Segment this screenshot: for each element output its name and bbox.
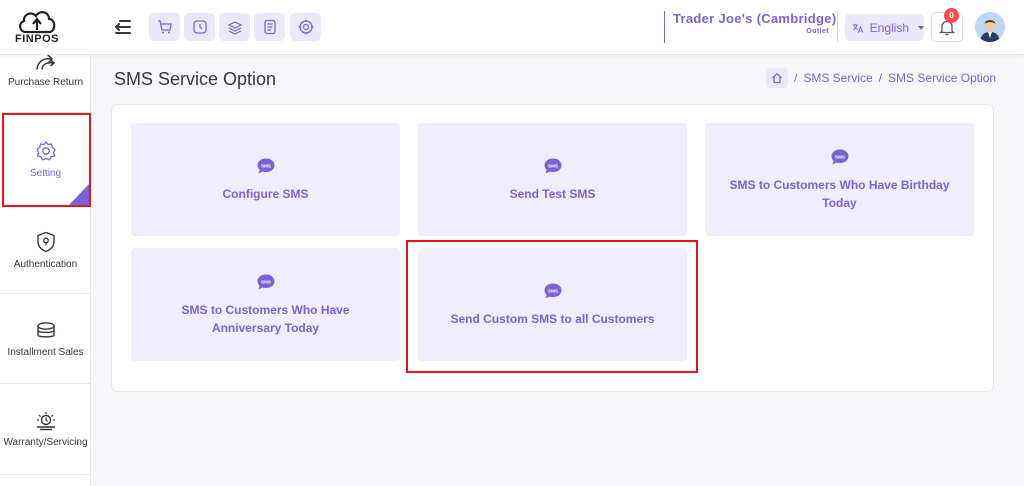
page-title: SMS Service Option: [114, 69, 277, 89]
breadcrumb-current: SMS Service Option: [888, 71, 997, 85]
top-bar: FINPOS Trader Joe's (Cambridge) Outlet E…: [0, 0, 1024, 55]
purchase-return-icon: [35, 54, 55, 70]
sms-icon: SMS: [544, 158, 561, 173]
active-corner-marker: [69, 184, 89, 205]
clock-button[interactable]: [184, 13, 215, 41]
send-custom-sms-card[interactable]: SMS Send Custom SMS to all Customers: [418, 248, 687, 361]
sidebar-item-installment-sales[interactable]: Installment Sales: [0, 321, 91, 358]
sidebar-item-setting[interactable]: Setting: [0, 140, 91, 179]
svg-text:SMS: SMS: [261, 163, 271, 168]
sidebar-item-label: Authentication: [13, 259, 78, 270]
menu-toggle-button[interactable]: [112, 17, 134, 37]
chevron-down-icon: [918, 25, 924, 30]
gear-icon: [35, 141, 56, 161]
servicing-icon: [36, 412, 55, 431]
breadcrumb-home-button[interactable]: [766, 68, 788, 88]
send-test-sms-card[interactable]: SMS Send Test SMS: [418, 123, 687, 236]
sidebar-item-warranty-servicing[interactable]: Warranty/Servicing: [0, 411, 91, 448]
breadcrumb-separator: /: [878, 71, 883, 85]
sidebar-item-label: Setting: [29, 168, 62, 179]
stack-button[interactable]: [219, 13, 250, 41]
sidebar-item-authentication[interactable]: Authentication: [0, 231, 91, 270]
notification-badge: 0: [944, 8, 959, 23]
breadcrumb: / SMS Service / SMS Service Option: [766, 68, 996, 88]
language-label: English: [869, 20, 909, 35]
receipt-icon: [263, 19, 276, 35]
shield-icon: [36, 231, 55, 253]
store-name: Trader Joe's (Cambridge): [673, 11, 837, 26]
sidebar-item-purchase-return[interactable]: Purchase Return: [0, 53, 91, 88]
target-button[interactable]: [290, 13, 321, 41]
sidebar-item-label: Installment Sales: [7, 347, 84, 358]
layers-icon: [36, 322, 55, 338]
svg-text:SMS: SMS: [261, 279, 271, 284]
finpos-logo[interactable]: FINPOS: [14, 6, 60, 50]
card-label: SMS to Customers Who Have Birthday Today: [729, 177, 950, 210]
card-label: Send Test SMS: [509, 186, 596, 201]
sms-icon: SMS: [831, 149, 848, 164]
user-avatar[interactable]: [975, 12, 1005, 42]
cart-button[interactable]: [149, 13, 180, 41]
card-label: SMS to Customers Who Have Anniversary To…: [181, 302, 350, 335]
cart-icon: [157, 20, 172, 34]
svg-text:SMS: SMS: [548, 163, 558, 168]
sidebar-divider: [0, 293, 91, 294]
translate-icon: [852, 23, 864, 33]
sms-icon: SMS: [257, 158, 274, 173]
receipt-button[interactable]: [254, 13, 285, 41]
sms-icon: SMS: [257, 274, 274, 289]
breadcrumb-link-sms-service[interactable]: SMS Service: [803, 71, 872, 85]
card-label: Configure SMS: [222, 186, 309, 201]
sidebar-item-label: Purchase Return: [7, 77, 84, 88]
stack-icon: [227, 21, 242, 35]
menu-collapse-icon: [114, 20, 131, 34]
birthday-sms-card[interactable]: SMS SMS to Customers Who Have Birthday T…: [705, 123, 974, 236]
store-selector[interactable]: Trader Joe's (Cambridge) Outlet: [664, 11, 838, 43]
sms-icon: SMS: [544, 283, 561, 298]
user-avatar-icon: [975, 12, 1005, 42]
sidebar-divider: [0, 383, 91, 384]
svg-text:SMS: SMS: [548, 288, 558, 293]
anniversary-sms-card[interactable]: SMS SMS to Customers Who Have Anniversar…: [131, 248, 400, 361]
language-dropdown[interactable]: English: [845, 14, 924, 41]
configure-sms-card[interactable]: SMS Configure SMS: [131, 123, 400, 236]
home-icon: [772, 72, 782, 84]
sidebar-item-label: Warranty/Servicing: [3, 437, 88, 448]
card-label: Send Custom SMS to all Customers: [450, 311, 655, 326]
cloud-logo-icon: [19, 11, 56, 34]
logo-text: FINPOS: [15, 33, 59, 45]
store-type: Outlet: [806, 28, 829, 35]
sidebar-divider: [0, 474, 91, 475]
svg-text:SMS: SMS: [835, 154, 845, 159]
clock-icon: [192, 20, 207, 34]
breadcrumb-separator: /: [794, 71, 798, 85]
target-icon: [298, 19, 313, 35]
